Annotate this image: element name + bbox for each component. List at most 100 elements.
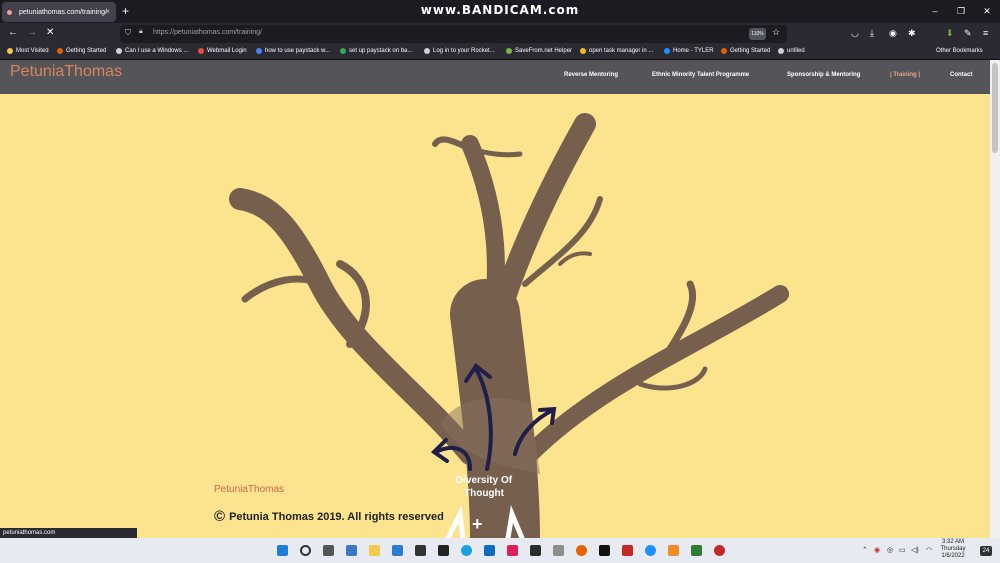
tray-chevron-icon[interactable]: ⌃ bbox=[862, 546, 868, 554]
bookmark-item[interactable]: set up paystack on ba... bbox=[340, 48, 412, 54]
other-bookmarks[interactable]: Other Bookmarks bbox=[936, 48, 983, 54]
site-logo[interactable]: PetuniaThomas bbox=[10, 63, 122, 81]
trunk-label-line2: Thought bbox=[464, 488, 504, 499]
bookmark-favicon-icon bbox=[57, 48, 63, 54]
bookmark-favicon-icon bbox=[778, 48, 784, 54]
volume-icon[interactable]: ◁) bbox=[911, 546, 919, 554]
bookmark-item[interactable]: Can I use a Windows ... bbox=[116, 48, 188, 54]
notification-badge[interactable]: 24 bbox=[980, 546, 992, 556]
widgets-icon[interactable] bbox=[346, 545, 357, 556]
system-clock[interactable]: 3:32 AM Thursday 1/6/2022 bbox=[930, 539, 976, 560]
bookmark-item[interactable]: how to use paystack w... bbox=[256, 48, 330, 54]
bookmark-favicon-icon bbox=[7, 48, 13, 54]
trunk-label-line1: Diversity Of bbox=[455, 475, 513, 486]
acrobat-icon[interactable] bbox=[622, 545, 633, 556]
bookmark-label: Home - TYLER bbox=[673, 48, 714, 54]
account-icon[interactable]: ◉ bbox=[889, 28, 897, 39]
bookmark-item[interactable]: SaveFrom.net Helper bbox=[506, 48, 572, 54]
bookmark-item[interactable]: Getting Started bbox=[721, 48, 770, 54]
file-explorer-icon[interactable] bbox=[369, 545, 380, 556]
tray-app-icon[interactable]: ◎ bbox=[887, 546, 893, 554]
page-scrollbar[interactable] bbox=[990, 60, 1000, 538]
task-view-icon[interactable] bbox=[323, 545, 334, 556]
outlook-icon[interactable] bbox=[484, 545, 495, 556]
bookmark-favicon-icon bbox=[198, 48, 204, 54]
tray-network-icon[interactable]: ▭ bbox=[899, 546, 906, 554]
bookmark-label: Getting Started bbox=[66, 48, 107, 54]
slack-icon[interactable] bbox=[507, 545, 518, 556]
app-icon[interactable] bbox=[553, 545, 564, 556]
bookmark-label: set up paystack on ba... bbox=[349, 48, 413, 54]
training-hero: Diversity Of Thought + PetuniaThomas © P… bbox=[0, 94, 990, 538]
bookmark-label: Log in to your Rocket... bbox=[433, 48, 495, 54]
edit-icon[interactable]: ✎ bbox=[964, 28, 972, 39]
firefox-icon[interactable] bbox=[576, 545, 587, 556]
zoom-level[interactable]: 110% bbox=[749, 28, 766, 40]
tab-strip: petuniathomas.com/training/ × + www.BAND… bbox=[0, 0, 1000, 23]
menu-reverse-mentoring[interactable]: Reverse Mentoring bbox=[564, 72, 618, 78]
menu-sponsorship-mentoring[interactable]: Sponsorship & Mentoring bbox=[787, 72, 860, 78]
skype-icon[interactable] bbox=[461, 545, 472, 556]
bandicam-icon[interactable] bbox=[714, 545, 725, 556]
white-arrow-icon bbox=[445, 505, 466, 538]
trunk-label: Diversity Of Thought bbox=[444, 474, 524, 500]
url-text[interactable]: https://petuniathomas.com/training/ bbox=[153, 29, 262, 36]
maximize-button[interactable]: ❐ bbox=[948, 0, 974, 23]
forward-icon[interactable]: → bbox=[27, 27, 37, 38]
status-bar: petuniathomas.com bbox=[0, 528, 137, 538]
menu-contact[interactable]: Contact bbox=[950, 72, 972, 78]
tree-branch bbox=[229, 188, 481, 465]
bookmarks-toolbar: Most Visited Getting Started Can I use a W… bbox=[0, 45, 1000, 60]
vscode-icon[interactable] bbox=[392, 545, 403, 556]
window-controls: – ❐ ✕ bbox=[922, 0, 1000, 23]
menu-ethnic-minority-talent[interactable]: Ethnic Minority Talent Programme bbox=[652, 72, 749, 78]
bookmark-favicon-icon bbox=[664, 48, 670, 54]
bookmark-star-icon[interactable]: ☆ bbox=[772, 27, 780, 38]
search-icon[interactable] bbox=[300, 545, 311, 556]
messenger-icon[interactable] bbox=[645, 545, 656, 556]
bookmark-item[interactable]: unfiled bbox=[778, 48, 805, 54]
bookmark-favicon-icon bbox=[116, 48, 122, 54]
menu-training[interactable]: | Training | bbox=[890, 72, 920, 78]
savefrom-icon[interactable]: ⬇ bbox=[946, 28, 954, 39]
stop-icon[interactable]: ✕ bbox=[46, 27, 54, 38]
back-icon[interactable]: ← bbox=[8, 27, 18, 38]
terminal-icon[interactable] bbox=[438, 545, 449, 556]
bookmark-label: Webmail Login bbox=[207, 48, 247, 54]
plus-sign: + bbox=[472, 514, 483, 534]
start-icon[interactable] bbox=[277, 545, 288, 556]
close-window-button[interactable]: ✕ bbox=[974, 0, 1000, 23]
sticky-notes-icon[interactable] bbox=[599, 545, 610, 556]
app-icon[interactable] bbox=[530, 545, 541, 556]
bookmark-item[interactable]: Log in to your Rocket... bbox=[424, 48, 495, 54]
lock-icon[interactable]: 🔒︎ bbox=[139, 28, 143, 36]
site-header: PetuniaThomas Reverse Mentoring Ethnic M… bbox=[0, 60, 990, 94]
store-icon[interactable] bbox=[415, 545, 426, 556]
bookmark-favicon-icon bbox=[721, 48, 727, 54]
bookmark-item[interactable]: Most Visited bbox=[7, 48, 49, 54]
tray-app-icon[interactable]: ◉ bbox=[874, 546, 880, 554]
url-bar[interactable]: ⛉ 🔒︎ https://petuniathomas.com/training/… bbox=[120, 25, 787, 43]
tree-branch bbox=[521, 285, 789, 463]
bookmark-item[interactable]: open task manager in ... bbox=[580, 48, 653, 54]
bookmark-item[interactable]: Getting Started bbox=[57, 48, 106, 54]
bookmark-item[interactable]: Webmail Login bbox=[198, 48, 247, 54]
bookmark-favicon-icon bbox=[256, 48, 262, 54]
bookmark-item[interactable]: Home - TYLER bbox=[664, 48, 714, 54]
bookmark-favicon-icon bbox=[340, 48, 346, 54]
pocket-icon[interactable]: ◡ bbox=[851, 28, 859, 39]
clock-date: 1/6/2022 bbox=[941, 553, 965, 559]
copyright-text: Petunia Thomas 2019. All rights reserved bbox=[229, 510, 444, 523]
extensions-icon[interactable]: ✱ bbox=[908, 28, 916, 39]
vlc-icon[interactable] bbox=[668, 545, 679, 556]
navigation-bar: ← → ✕ ⛉ 🔒︎ https://petuniathomas.com/tra… bbox=[0, 23, 1000, 45]
menu-icon[interactable]: ≡ bbox=[983, 28, 988, 38]
download-icon[interactable]: ⤓ bbox=[870, 28, 874, 39]
scrollbar-thumb[interactable] bbox=[992, 63, 998, 153]
minimize-button[interactable]: – bbox=[922, 0, 948, 23]
footer-logo: PetuniaThomas bbox=[214, 484, 285, 495]
app-icon[interactable] bbox=[691, 545, 702, 556]
clock-time: 3:32 AM bbox=[941, 539, 964, 545]
shield-icon[interactable]: ⛉ bbox=[125, 28, 131, 38]
bookmark-favicon-icon bbox=[580, 48, 586, 54]
